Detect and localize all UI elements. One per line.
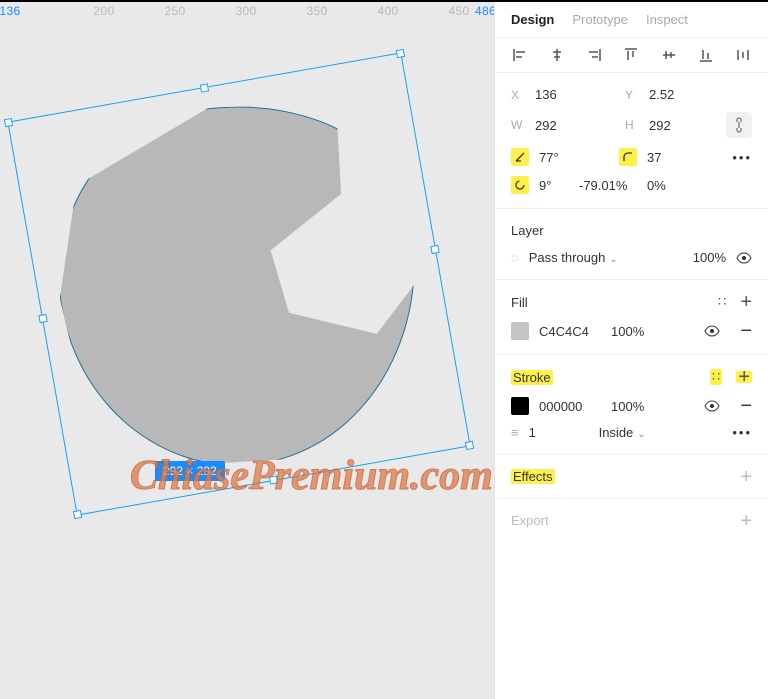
design-panel: Design Prototype Inspect X 136 Y 2.52 W …	[494, 2, 768, 699]
ruler-start: 136	[0, 4, 20, 18]
arc-start-value[interactable]: 9°	[539, 178, 569, 193]
arc-sweep-value[interactable]: -79.01%	[579, 178, 637, 193]
align-hcenter-icon[interactable]	[548, 46, 566, 64]
ruler-tick: 300	[236, 4, 257, 18]
stroke-title: Stroke	[511, 370, 553, 385]
resize-handle-bl[interactable]	[73, 510, 82, 519]
fill-swatch[interactable]	[511, 322, 529, 340]
resize-handle-tl[interactable]	[4, 118, 13, 127]
layer-section: Layer ◌ Pass through⌄ 100%	[495, 209, 768, 280]
tab-design[interactable]: Design	[511, 12, 554, 27]
vector-blob-shape[interactable]	[32, 76, 449, 493]
y-value[interactable]: 2.52	[649, 87, 705, 102]
align-vcenter-icon[interactable]	[660, 46, 678, 64]
alignment-toolbar	[495, 38, 768, 73]
stroke-opacity[interactable]: 100%	[611, 399, 667, 414]
layer-opacity[interactable]: 100%	[682, 250, 726, 265]
resize-handle-tm[interactable]	[200, 83, 209, 92]
fill-title: Fill	[511, 295, 528, 310]
blend-mode-icon: ◌	[511, 250, 519, 265]
stroke-visibility-icon[interactable]	[704, 400, 720, 412]
resize-handle-bm[interactable]	[269, 475, 278, 484]
stroke-position-select[interactable]: Inside⌄	[599, 425, 646, 440]
corner-radius-icon	[619, 148, 637, 166]
h-value[interactable]: 292	[649, 118, 705, 133]
ruler-tick: 400	[378, 4, 399, 18]
ruler-tick: 200	[94, 4, 115, 18]
stroke-hex[interactable]: 000000	[539, 399, 601, 414]
blend-mode-select[interactable]: Pass through⌄	[529, 250, 618, 265]
layer-title: Layer	[511, 223, 544, 238]
remove-fill-button[interactable]: −	[740, 326, 752, 336]
x-value[interactable]: 136	[535, 87, 591, 102]
resize-handle-mr[interactable]	[430, 245, 439, 254]
corner-value[interactable]: 37	[647, 150, 703, 165]
align-bottom-icon[interactable]	[697, 46, 715, 64]
corner-options-button[interactable]: •••	[732, 150, 752, 165]
export-title: Export	[511, 513, 549, 528]
resize-handle-ml[interactable]	[38, 314, 47, 323]
stroke-swatch[interactable]	[511, 397, 529, 415]
transform-section: X 136 Y 2.52 W 292 H 292 77° 37 ••• 9° -…	[495, 73, 768, 209]
remove-stroke-button[interactable]: −	[740, 401, 752, 411]
fill-visibility-icon[interactable]	[704, 325, 720, 337]
stroke-styles-icon[interactable]: ∷	[710, 369, 722, 385]
arc-ratio-value[interactable]: 0%	[647, 178, 703, 193]
align-right-icon[interactable]	[585, 46, 603, 64]
resize-handle-tr[interactable]	[396, 49, 405, 58]
constrain-proportions-button[interactable]	[726, 112, 752, 138]
effects-section: Effects +	[495, 455, 768, 499]
canvas-area[interactable]: 136 200 250 300 350 400 450 486.20 292 ×…	[0, 2, 494, 699]
ruler-tick: 350	[307, 4, 328, 18]
arc-icon	[511, 176, 529, 194]
rotation-value[interactable]: 77°	[539, 150, 595, 165]
tab-prototype[interactable]: Prototype	[572, 12, 628, 27]
stroke-weight-icon: ≡	[511, 425, 519, 440]
visibility-toggle-icon[interactable]	[736, 252, 752, 264]
panel-tabs: Design Prototype Inspect	[495, 2, 768, 38]
add-effect-button[interactable]: +	[740, 471, 752, 483]
top-ruler: 136 200 250 300 350 400 450 486.20	[0, 2, 494, 22]
stroke-advanced-button[interactable]: •••	[732, 425, 752, 440]
h-label: H	[625, 118, 639, 132]
distribute-icon[interactable]	[734, 46, 752, 64]
w-value[interactable]: 292	[535, 118, 591, 133]
ruler-tick: 250	[165, 4, 186, 18]
add-fill-button[interactable]: +	[740, 296, 752, 308]
align-left-icon[interactable]	[511, 46, 529, 64]
resize-handle-br[interactable]	[465, 441, 474, 450]
effects-title: Effects	[511, 469, 555, 484]
x-label: X	[511, 88, 525, 102]
selection-size-label: 292 × 292	[155, 461, 225, 481]
fill-section: Fill ∷ + C4C4C4 100% −	[495, 280, 768, 355]
selection-bounding-box[interactable]	[7, 52, 470, 515]
rotation-icon	[511, 148, 529, 166]
fill-styles-icon[interactable]: ∷	[718, 294, 726, 310]
ruler-tick: 450	[449, 4, 470, 18]
stroke-section: Stroke ∷ + 000000 100% − ≡ 1 Inside⌄ •••	[495, 355, 768, 455]
stroke-weight[interactable]: 1	[529, 425, 569, 440]
align-top-icon[interactable]	[622, 46, 640, 64]
export-section: Export +	[495, 499, 768, 542]
ruler-end: 486.20	[475, 4, 494, 18]
add-stroke-button[interactable]: +	[736, 371, 752, 383]
fill-opacity[interactable]: 100%	[611, 324, 667, 339]
w-label: W	[511, 118, 525, 132]
add-export-button[interactable]: +	[740, 515, 752, 527]
tab-inspect[interactable]: Inspect	[646, 12, 688, 27]
fill-hex[interactable]: C4C4C4	[539, 324, 601, 339]
y-label: Y	[625, 88, 639, 102]
